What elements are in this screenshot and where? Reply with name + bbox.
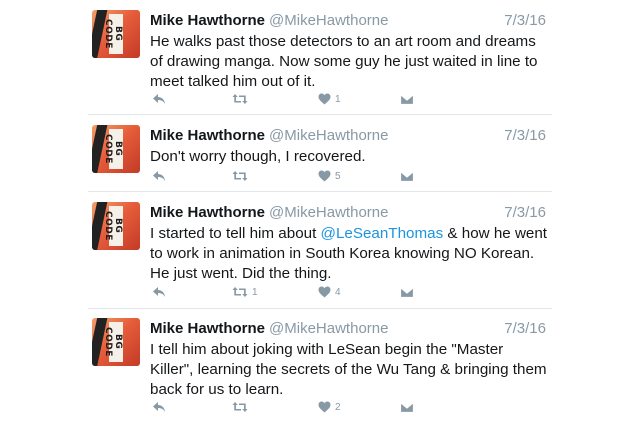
envelope-icon	[400, 93, 414, 105]
divider	[88, 114, 552, 115]
tweet[interactable]: BG CODE Mike Hawthorne @MikeHawthorne 7/3…	[0, 125, 640, 192]
author-handle[interactable]: @MikeHawthorne	[269, 12, 388, 29]
tweet-text-fragment: I started to tell him about	[150, 225, 321, 242]
reply-button[interactable]	[152, 398, 166, 416]
author-handle[interactable]: @MikeHawthorne	[269, 204, 388, 221]
reply-icon	[153, 94, 165, 104]
avatar-label: BG CODE	[103, 129, 123, 169]
reply-button[interactable]	[152, 167, 166, 185]
tweet-date[interactable]: 7/3/16	[504, 204, 546, 221]
heart-icon	[318, 401, 331, 413]
heart-icon	[318, 93, 331, 105]
heart-icon	[318, 170, 331, 182]
like-button[interactable]: 4	[318, 283, 341, 301]
retweet-icon	[232, 171, 248, 181]
tweet-text-line: I started to tell him about @LeSeanThoma…	[150, 224, 550, 244]
tweet-text: I started to tell him about @LeSeanThoma…	[150, 224, 550, 284]
author-name[interactable]: Mike Hawthorne	[150, 320, 265, 337]
like-button[interactable]: 1	[318, 90, 341, 108]
tweet-date[interactable]: 7/3/16	[504, 127, 546, 144]
reply-icon	[153, 171, 165, 181]
tweet-text: Don't worry though, I recovered.	[150, 147, 550, 167]
like-count: 4	[335, 286, 341, 298]
tweet-timeline: BG CODE Mike Hawthorne @MikeHawthorne 7/3…	[0, 0, 640, 422]
retweet-button[interactable]	[232, 398, 252, 416]
tweet-header: Mike Hawthorne @MikeHawthorne	[150, 320, 548, 340]
like-count: 2	[335, 401, 341, 413]
retweet-icon	[232, 287, 248, 297]
tweet-text-line: to work in animation in South Korea know…	[150, 245, 535, 262]
direct-message-button[interactable]	[400, 398, 414, 416]
author-handle[interactable]: @MikeHawthorne	[269, 127, 388, 144]
like-button[interactable]: 5	[318, 167, 341, 185]
tweet-text-fragment: & how he went	[443, 225, 548, 242]
tweet-actions: 1 4	[150, 283, 420, 301]
tweet-text-line: Don't worry though, I recovered.	[150, 148, 366, 165]
direct-message-button[interactable]	[400, 167, 414, 185]
tweet-text-line: meet talked him out of it.	[150, 73, 316, 90]
author-name[interactable]: Mike Hawthorne	[150, 204, 265, 221]
author-handle[interactable]: @MikeHawthorne	[269, 320, 388, 337]
tweet-text-line: of drawing manga. Now some guy he just w…	[150, 53, 538, 70]
envelope-icon	[400, 170, 414, 182]
tweet-header: Mike Hawthorne @MikeHawthorne	[150, 127, 548, 147]
tweet-text-line: He just went. Did the thing.	[150, 265, 332, 282]
like-count: 1	[335, 93, 341, 105]
retweet-button[interactable]: 1	[232, 283, 258, 301]
avatar-label: BG CODE	[103, 322, 123, 362]
tweet[interactable]: BG CODE Mike Hawthorne @MikeHawthorne 7/3…	[0, 10, 640, 115]
reply-icon	[153, 287, 165, 297]
tweet-actions: 5	[150, 167, 420, 185]
retweet-count: 1	[252, 286, 258, 298]
reply-button[interactable]	[152, 90, 166, 108]
tweet[interactable]: BG CODE Mike Hawthorne @MikeHawthorne 7/3…	[0, 318, 640, 422]
like-count: 5	[335, 170, 341, 182]
avatar[interactable]: BG CODE	[92, 125, 140, 173]
tweet[interactable]: BG CODE Mike Hawthorne @MikeHawthorne 7/3…	[0, 202, 640, 309]
tweet-text: I tell him about joking with LeSean begi…	[150, 340, 550, 400]
direct-message-button[interactable]	[400, 90, 414, 108]
reply-button[interactable]	[152, 283, 166, 301]
tweet-text-line: back for us to learn.	[150, 381, 284, 398]
direct-message-button[interactable]	[400, 283, 414, 301]
tweet-actions: 1	[150, 90, 420, 108]
avatar[interactable]: BG CODE	[92, 318, 140, 366]
retweet-button[interactable]	[232, 167, 252, 185]
tweet-header: Mike Hawthorne @MikeHawthorne	[150, 204, 548, 224]
tweet-actions: 2	[150, 398, 420, 416]
envelope-icon	[400, 401, 414, 413]
avatar[interactable]: BG CODE	[92, 202, 140, 250]
author-name[interactable]: Mike Hawthorne	[150, 12, 265, 29]
retweet-button[interactable]	[232, 90, 252, 108]
author-name[interactable]: Mike Hawthorne	[150, 127, 265, 144]
reply-icon	[153, 402, 165, 412]
divider	[88, 191, 552, 192]
divider	[88, 308, 552, 309]
avatar-label: BG CODE	[103, 206, 123, 246]
like-button[interactable]: 2	[318, 398, 341, 416]
mention-link[interactable]: @LeSeanThomas	[321, 225, 444, 242]
envelope-icon	[400, 286, 414, 298]
retweet-icon	[232, 94, 248, 104]
tweet-date[interactable]: 7/3/16	[504, 320, 546, 337]
retweet-icon	[232, 402, 248, 412]
tweet-header: Mike Hawthorne @MikeHawthorne	[150, 12, 548, 32]
tweet-text-line: He walks past those detectors to an art …	[150, 33, 536, 50]
tweet-text-line: Killer", learning the secrets of the Wu …	[150, 361, 547, 378]
tweet-date[interactable]: 7/3/16	[504, 12, 546, 29]
tweet-text-line: I tell him about joking with LeSean begi…	[150, 341, 504, 358]
avatar-label: BG CODE	[103, 14, 123, 54]
avatar[interactable]: BG CODE	[92, 10, 140, 58]
tweet-text: He walks past those detectors to an art …	[150, 32, 550, 92]
heart-icon	[318, 286, 331, 298]
